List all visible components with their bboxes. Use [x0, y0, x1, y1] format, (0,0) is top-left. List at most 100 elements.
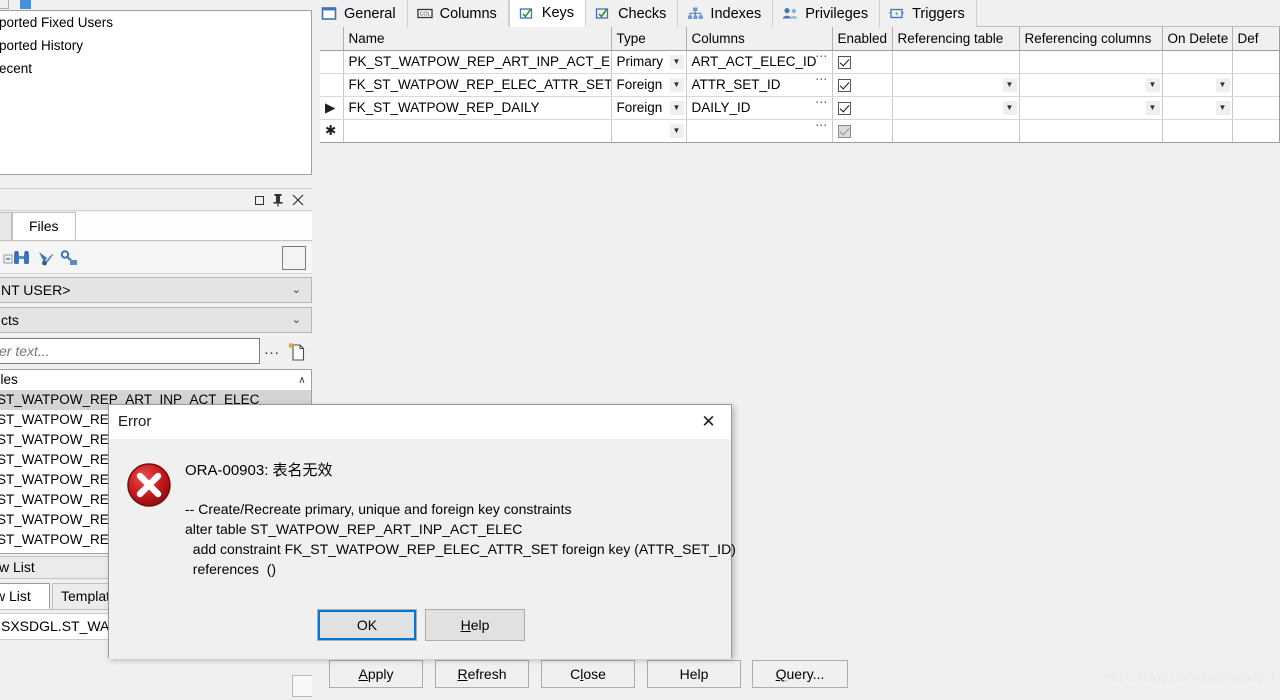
list-item[interactable]: ecent — [0, 57, 311, 80]
checkbox-enabled[interactable] — [837, 101, 851, 115]
close-button[interactable]: Close — [541, 660, 635, 688]
help-button[interactable]: Help — [647, 660, 741, 688]
refresh-button[interactable]: Refresh — [435, 660, 529, 688]
schema-owner-combo[interactable]: NT USER> ⌄ — [0, 277, 312, 303]
cell-on-delete[interactable]: ▼ — [1162, 96, 1233, 120]
chevron-down-icon[interactable]: ▼ — [669, 123, 684, 138]
cell-type[interactable]: Foreign ▼ — [611, 96, 687, 120]
sidebar-tab-files[interactable]: Files — [12, 212, 76, 240]
close-icon[interactable] — [290, 192, 306, 208]
cell-referencing-columns[interactable]: ▼ — [1019, 96, 1163, 120]
mini-tab-inactive[interactable] — [0, 0, 9, 9]
tab-checks[interactable]: Checks — [586, 0, 679, 27]
cell-columns[interactable]: DAILY_ID ⋯ — [686, 96, 833, 120]
chevron-down-icon[interactable]: ▼ — [1215, 100, 1230, 115]
table-row-new[interactable]: ✱ ▼ ⋯ — [320, 119, 1279, 142]
ellipsis-button[interactable]: ⋯ — [815, 50, 829, 65]
ellipsis-button[interactable]: ⋯ — [815, 96, 829, 111]
col-header-columns[interactable]: Columns — [686, 27, 833, 51]
col-header-referencing-columns[interactable]: Referencing columns — [1019, 27, 1163, 51]
chevron-down-icon[interactable]: ▼ — [669, 100, 684, 115]
cell-name[interactable]: PK_ST_WATPOW_REP_ART_INP_ACT_E — [343, 50, 612, 74]
dialog-help-button[interactable]: Help — [425, 609, 525, 641]
col-header-rowmark[interactable] — [320, 27, 344, 51]
chevron-down-icon[interactable]: ▼ — [669, 77, 684, 92]
tab-indexes[interactable]: Indexes — [678, 0, 774, 27]
list-item[interactable]: ported History — [0, 34, 311, 57]
cell-def[interactable] — [1232, 119, 1279, 142]
cell-referencing-columns[interactable] — [1019, 119, 1163, 142]
tab-columns[interactable]: COL Columns — [407, 0, 509, 27]
footer-box[interactable] — [292, 675, 312, 697]
cell-enabled[interactable] — [832, 119, 893, 142]
tab-general[interactable]: General — [312, 0, 408, 27]
cell-def[interactable] — [1232, 50, 1279, 74]
chevron-down-icon[interactable]: ▼ — [669, 54, 684, 69]
cell-on-delete[interactable]: ▼ — [1162, 73, 1233, 97]
row-indicator[interactable] — [320, 73, 344, 97]
checkbox-enabled-dimmed[interactable] — [837, 124, 851, 138]
filter-input[interactable] — [0, 338, 260, 364]
key-lock-icon[interactable] — [60, 249, 79, 268]
object-type-combo[interactable]: cts ⌄ — [0, 307, 312, 333]
apply-button[interactable]: Apply — [329, 660, 423, 688]
find-binoculars-icon[interactable] — [12, 249, 31, 268]
query-button[interactable]: Query... — [752, 660, 848, 688]
cell-referencing-table[interactable] — [892, 119, 1020, 142]
cell-name[interactable] — [343, 119, 612, 142]
new-row-indicator[interactable]: ✱ — [320, 119, 344, 142]
tab-privileges[interactable]: Privileges — [773, 0, 881, 27]
cell-def[interactable] — [1232, 96, 1279, 120]
chevron-down-icon[interactable]: ▼ — [1002, 77, 1017, 92]
cell-type[interactable]: Foreign ▼ — [611, 73, 687, 97]
ellipsis-button[interactable]: ⋯ — [815, 73, 829, 88]
toolbar-right-box[interactable] — [282, 246, 306, 270]
tab-triggers[interactable]: Triggers — [880, 0, 977, 27]
table-row[interactable]: ▶ FK_ST_WATPOW_REP_DAILY Foreign ▼ DAILY… — [320, 96, 1279, 120]
cell-def[interactable] — [1232, 73, 1279, 97]
restore-icon[interactable] — [251, 192, 267, 208]
col-header-on-delete[interactable]: On Delete — [1162, 27, 1233, 51]
cell-enabled[interactable] — [832, 50, 893, 74]
checkbox-enabled[interactable] — [837, 55, 851, 69]
row-indicator-current[interactable]: ▶ — [320, 96, 344, 120]
chevron-down-icon[interactable]: ▼ — [1145, 100, 1160, 115]
cell-columns[interactable]: ⋯ — [686, 119, 833, 142]
table-row[interactable]: FK_ST_WATPOW_REP_ELEC_ATTR_SET Foreign ▼… — [320, 73, 1279, 97]
mini-tab-active[interactable] — [20, 0, 31, 9]
cell-type[interactable]: ▼ — [611, 119, 687, 142]
keys-grid[interactable]: Name Type Columns Enabled Referencing ta… — [320, 27, 1280, 143]
ellipsis-button[interactable]: ⋯ — [815, 119, 829, 134]
chevron-down-icon[interactable]: ▼ — [1215, 77, 1230, 92]
col-header-referencing-table[interactable]: Referencing table — [892, 27, 1020, 51]
chevron-down-icon[interactable]: ▼ — [1145, 77, 1160, 92]
chevron-down-icon[interactable]: ▼ — [1002, 100, 1017, 115]
tab-keys[interactable]: Keys — [508, 0, 587, 27]
new-document-icon[interactable] — [287, 341, 307, 362]
filter-more-button[interactable]: ... — [262, 341, 282, 362]
cell-columns[interactable]: ART_ACT_ELEC_ID ⋯ — [686, 50, 833, 74]
cell-referencing-table[interactable]: ▼ — [892, 73, 1020, 97]
cell-columns[interactable]: ATTR_SET_ID ⋯ — [686, 73, 833, 97]
cell-type[interactable]: Primary ▼ — [611, 50, 687, 74]
tab-view-list[interactable]: w List — [0, 583, 50, 609]
col-header-name[interactable]: Name — [343, 27, 612, 51]
pin-icon[interactable] — [270, 192, 286, 208]
table-row[interactable]: PK_ST_WATPOW_REP_ART_INP_ACT_E Primary ▼… — [320, 50, 1279, 74]
cell-on-delete[interactable] — [1162, 119, 1233, 142]
scroll-up-icon[interactable]: ∧ — [294, 371, 310, 389]
ok-button[interactable]: OK — [317, 609, 417, 641]
cell-enabled[interactable] — [832, 73, 893, 97]
key-tool-icon[interactable] — [36, 249, 55, 268]
cell-name[interactable]: FK_ST_WATPOW_REP_ELEC_ATTR_SET — [343, 73, 612, 97]
cell-enabled[interactable] — [832, 96, 893, 120]
sidebar-tab-partial[interactable]: s — [0, 212, 12, 240]
checkbox-enabled[interactable] — [837, 78, 851, 92]
sidebar-top-list[interactable]: ported Fixed Users ported History ecent — [0, 10, 312, 175]
cell-name[interactable]: FK_ST_WATPOW_REP_DAILY — [343, 96, 612, 120]
col-header-type[interactable]: Type — [611, 27, 687, 51]
cell-referencing-table[interactable]: ▼ — [892, 96, 1020, 120]
row-indicator[interactable] — [320, 50, 344, 74]
col-header-def[interactable]: Def — [1232, 27, 1279, 51]
list-item[interactable]: ported Fixed Users — [0, 11, 311, 34]
